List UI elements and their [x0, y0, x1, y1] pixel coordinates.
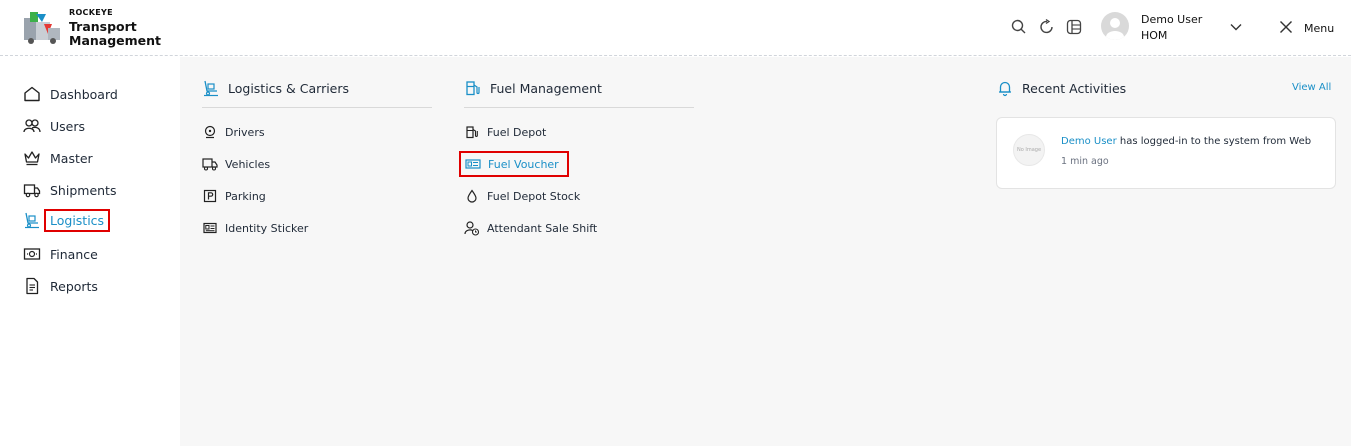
menu-item-parking[interactable]: Parking	[202, 186, 266, 206]
menu-item-fuel-depot-stock[interactable]: Fuel Depot Stock	[464, 186, 580, 206]
id-card-icon	[202, 220, 218, 236]
logistics-icon	[22, 210, 42, 230]
brand-line1: Transport	[69, 19, 137, 34]
layout-icon[interactable]	[1065, 18, 1083, 36]
sidebar-item-label: Shipments	[50, 182, 117, 198]
menu-item-label: Fuel Voucher	[488, 157, 559, 171]
fuel-section-header: Fuel Management	[464, 79, 602, 97]
menu-item-identity-sticker[interactable]: Identity Sticker	[202, 218, 308, 238]
recent-activities-title: Recent Activities	[1022, 80, 1127, 96]
users-icon	[22, 116, 42, 136]
home-icon	[22, 84, 42, 104]
mega-menu-panel: Logistics & Carriers Drivers Vehicles Pa…	[180, 57, 1351, 446]
sidebar-item-label: Logistics	[44, 208, 111, 232]
divider	[464, 107, 694, 108]
menu-item-label: Parking	[225, 189, 266, 203]
document-icon	[22, 276, 42, 296]
no-image-placeholder: No Image	[1013, 134, 1045, 166]
sidebar-item-reports[interactable]: Reports	[22, 275, 98, 297]
fuel-pump-icon	[464, 124, 480, 140]
brand-small: ROCKEYE	[69, 8, 113, 17]
crown-icon	[22, 148, 42, 168]
menu-item-label: Identity Sticker	[225, 221, 309, 235]
menu-item-label: Fuel Depot Stock	[487, 189, 581, 203]
menu-item-attendant-sale-shift[interactable]: Attendant Sale Shift	[464, 218, 597, 238]
fuel-section-title: Fuel Management	[490, 80, 602, 96]
sidebar-item-label: Users	[50, 118, 86, 134]
brand-line2: Management	[69, 33, 162, 48]
menu-item-vehicles[interactable]: Vehicles	[202, 154, 270, 174]
logo-icon	[24, 12, 60, 44]
top-header: ROCKEYE Transport Management Demo User H…	[0, 0, 1351, 56]
truck-icon	[202, 156, 218, 172]
activity-text: Demo User has logged-in to the system fr…	[1061, 136, 1311, 147]
close-icon[interactable]	[1279, 20, 1293, 34]
activity-user-link[interactable]: Demo User	[1061, 136, 1117, 147]
brand-name: ROCKEYE Transport Management	[69, 9, 161, 48]
parking-icon	[202, 188, 218, 204]
sidebar-item-finance[interactable]: Finance	[22, 243, 98, 265]
sidebar-item-master[interactable]: Master	[22, 147, 93, 169]
activity-card: No Image Demo User has logged-in to the …	[996, 117, 1336, 189]
user-name[interactable]: Demo User	[1141, 13, 1202, 26]
sidebar-item-label: Finance	[50, 246, 98, 262]
attendant-icon	[464, 220, 480, 236]
logistics-section-title: Logistics & Carriers	[228, 80, 350, 96]
menu-item-label: Fuel Depot	[487, 125, 547, 139]
sidebar: Dashboard Users Master Shipments Logisti…	[0, 57, 180, 446]
logistics-section-header: Logistics & Carriers	[202, 79, 349, 97]
chevron-down-icon[interactable]	[1229, 20, 1243, 34]
search-icon[interactable]	[1010, 18, 1028, 36]
drop-icon	[464, 188, 480, 204]
sidebar-item-logistics[interactable]: Logistics	[22, 208, 111, 232]
recent-activities-header: Recent Activities	[996, 79, 1126, 97]
view-all-link[interactable]: View All	[1292, 82, 1331, 93]
refresh-icon[interactable]	[1038, 18, 1056, 36]
sidebar-item-label: Master	[50, 150, 93, 166]
sidebar-item-users[interactable]: Users	[22, 115, 85, 137]
sidebar-item-label: Reports	[50, 278, 98, 294]
activity-message: has logged-in to the system from Web	[1116, 136, 1312, 147]
fuel-pump-icon	[466, 81, 480, 96]
sidebar-item-label: Dashboard	[50, 86, 118, 102]
activity-time: 1 min ago	[1061, 156, 1109, 167]
truck-icon	[22, 180, 42, 200]
driver-icon	[202, 124, 218, 140]
menu-item-label: Drivers	[225, 125, 265, 139]
menu-item-fuel-depot[interactable]: Fuel Depot	[464, 122, 546, 142]
menu-item-label: Vehicles	[225, 157, 271, 171]
user-role: HOM	[1141, 29, 1168, 42]
menu-item-label: Attendant Sale Shift	[487, 221, 598, 235]
menu-label[interactable]: Menu	[1304, 22, 1334, 35]
menu-item-fuel-voucher[interactable]: Fuel Voucher	[459, 151, 569, 177]
bell-icon	[999, 81, 1011, 97]
menu-item-drivers[interactable]: Drivers	[202, 122, 265, 142]
sidebar-item-shipments[interactable]: Shipments	[22, 179, 116, 201]
logistics-icon	[204, 80, 218, 97]
money-icon	[22, 244, 42, 264]
avatar[interactable]	[1101, 12, 1129, 40]
sidebar-item-dashboard[interactable]: Dashboard	[22, 83, 118, 105]
divider	[202, 107, 432, 108]
voucher-icon	[465, 156, 481, 172]
